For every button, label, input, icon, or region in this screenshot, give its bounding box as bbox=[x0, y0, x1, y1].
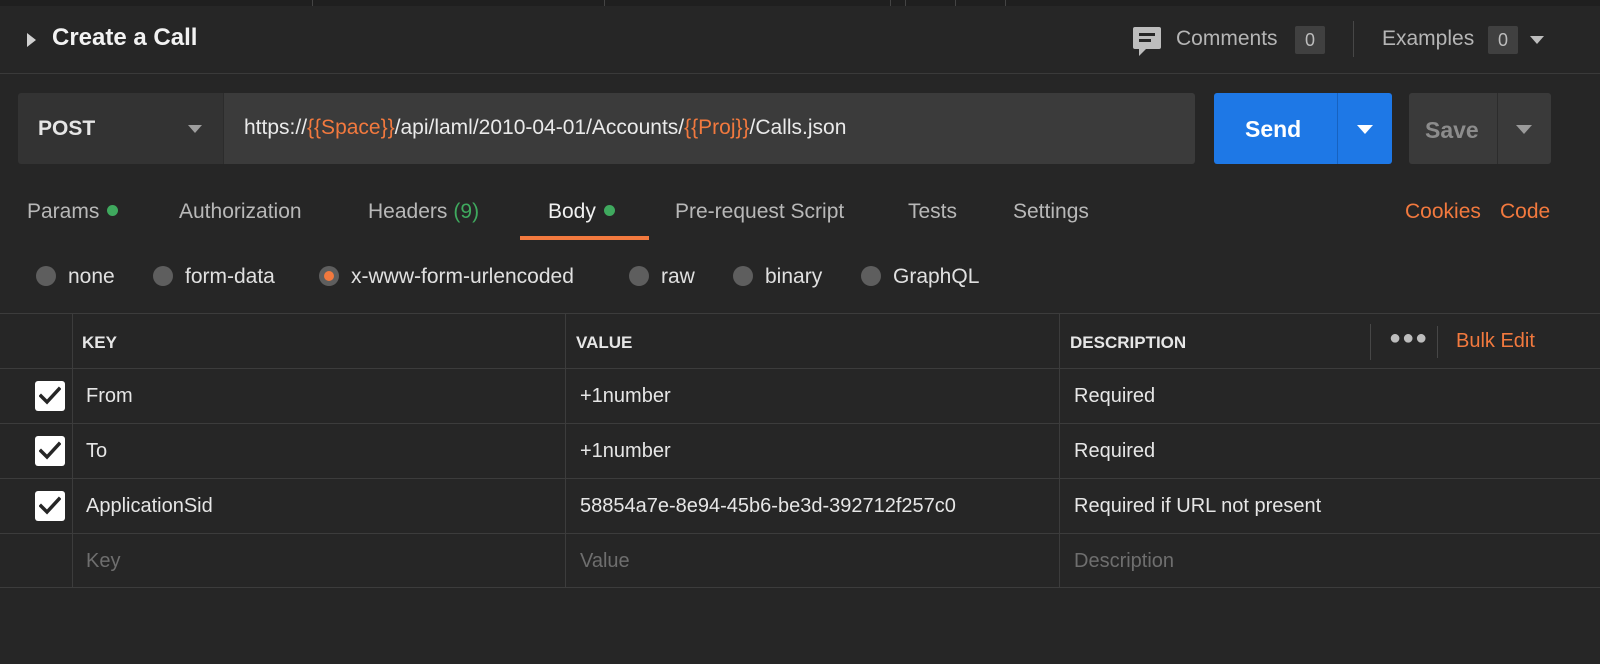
comments-count-badge: 0 bbox=[1295, 26, 1325, 54]
description-cell[interactable]: Required if URL not present bbox=[1074, 495, 1321, 518]
more-horizontal-icon[interactable]: ●●● bbox=[1389, 327, 1428, 350]
radio-x-www-form-urlencoded[interactable]: x-www-form-urlencoded bbox=[319, 265, 574, 289]
radio-binary[interactable]: binary bbox=[733, 265, 822, 289]
description-cell[interactable]: Required bbox=[1074, 385, 1155, 408]
url-variable-proj: {{Proj}} bbox=[684, 116, 750, 139]
tab-params[interactable]: Params bbox=[27, 200, 119, 224]
column-header-value: VALUE bbox=[576, 333, 633, 352]
checkmark-icon bbox=[39, 441, 61, 460]
send-label: Send bbox=[1245, 116, 1302, 142]
tab-body[interactable]: Body bbox=[548, 200, 615, 224]
radio-raw[interactable]: raw bbox=[629, 265, 695, 289]
column-header-description: DESCRIPTION bbox=[1070, 333, 1187, 352]
radio-circle-icon bbox=[733, 266, 753, 286]
key-cell[interactable]: To bbox=[86, 440, 107, 463]
method-select[interactable]: POST bbox=[18, 93, 223, 164]
send-dropdown-icon[interactable] bbox=[1357, 125, 1373, 134]
body-status-dot bbox=[603, 205, 615, 216]
value-cell[interactable]: 58854a7e-8e94-45b6-be3d-392712f257c0 bbox=[580, 495, 956, 518]
row-enabled-checkbox[interactable] bbox=[35, 491, 65, 521]
chevron-down-icon bbox=[188, 125, 202, 133]
tab-headers[interactable]: Headers (9) bbox=[368, 200, 479, 224]
radio-form-data[interactable]: form-data bbox=[153, 265, 275, 289]
examples-dropdown-icon[interactable] bbox=[1530, 36, 1544, 44]
table-row: From +1number Required bbox=[0, 368, 1600, 423]
params-status-dot bbox=[107, 205, 119, 216]
table-header-row: KEY VALUE DESCRIPTION ●●● Bulk Edit bbox=[0, 313, 1600, 368]
radio-circle-icon bbox=[861, 266, 881, 286]
active-tab-indicator bbox=[520, 236, 649, 240]
comments-icon[interactable] bbox=[1133, 27, 1161, 56]
headers-count: (9) bbox=[453, 200, 480, 223]
row-enabled-checkbox[interactable] bbox=[35, 381, 65, 411]
tab-authorization[interactable]: Authorization bbox=[179, 200, 302, 224]
code-link[interactable]: Code bbox=[1500, 200, 1550, 224]
key-cell[interactable]: From bbox=[86, 385, 133, 408]
bulk-edit-link[interactable]: Bulk Edit bbox=[1456, 330, 1535, 353]
save-label: Save bbox=[1425, 117, 1479, 143]
save-dropdown-icon[interactable] bbox=[1516, 125, 1532, 134]
url-text: https://{{Space}}/api/laml/2010-04-01/Ac… bbox=[244, 116, 847, 139]
radio-circle-icon bbox=[36, 266, 56, 286]
expand-caret-icon[interactable] bbox=[27, 33, 36, 47]
tab-pre-request-script[interactable]: Pre-request Script bbox=[675, 200, 844, 224]
radio-circle-icon bbox=[153, 266, 173, 286]
method-label: POST bbox=[38, 117, 96, 140]
row-enabled-checkbox[interactable] bbox=[35, 436, 65, 466]
new-description-input[interactable]: Description bbox=[1074, 550, 1174, 573]
radio-selected-icon bbox=[319, 266, 339, 286]
checkmark-icon bbox=[39, 386, 61, 405]
key-cell[interactable]: ApplicationSid bbox=[86, 495, 213, 518]
value-cell[interactable]: +1number bbox=[580, 440, 671, 463]
table-row: ApplicationSid 58854a7e-8e94-45b6-be3d-3… bbox=[0, 478, 1600, 533]
table-row: To +1number Required bbox=[0, 423, 1600, 478]
url-variable-space: {{Space}} bbox=[307, 116, 395, 139]
value-cell[interactable]: +1number bbox=[580, 385, 671, 408]
request-title[interactable]: Create a Call bbox=[52, 24, 197, 52]
tab-settings[interactable]: Settings bbox=[1013, 200, 1089, 224]
examples-count-badge: 0 bbox=[1488, 26, 1518, 54]
comments-button[interactable]: Comments bbox=[1176, 27, 1278, 51]
url-input[interactable]: https://{{Space}}/api/laml/2010-04-01/Ac… bbox=[223, 93, 1195, 164]
radio-graphql[interactable]: GraphQL bbox=[861, 265, 979, 289]
table-row-new: Key Value Description bbox=[0, 533, 1600, 588]
checkmark-icon bbox=[39, 496, 61, 515]
cookies-link[interactable]: Cookies bbox=[1405, 200, 1481, 224]
tab-tests[interactable]: Tests bbox=[908, 200, 957, 224]
header-divider bbox=[1353, 21, 1354, 57]
radio-circle-icon bbox=[629, 266, 649, 286]
save-button[interactable]: Save bbox=[1409, 93, 1551, 164]
description-cell[interactable]: Required bbox=[1074, 440, 1155, 463]
radio-none[interactable]: none bbox=[36, 265, 115, 289]
send-button[interactable]: Send bbox=[1214, 93, 1392, 164]
examples-button[interactable]: Examples bbox=[1382, 27, 1474, 51]
new-value-input[interactable]: Value bbox=[580, 550, 630, 573]
column-header-key: KEY bbox=[82, 333, 117, 352]
request-header: Create a Call Comments 0 Examples 0 bbox=[0, 6, 1600, 74]
new-key-input[interactable]: Key bbox=[86, 550, 120, 573]
